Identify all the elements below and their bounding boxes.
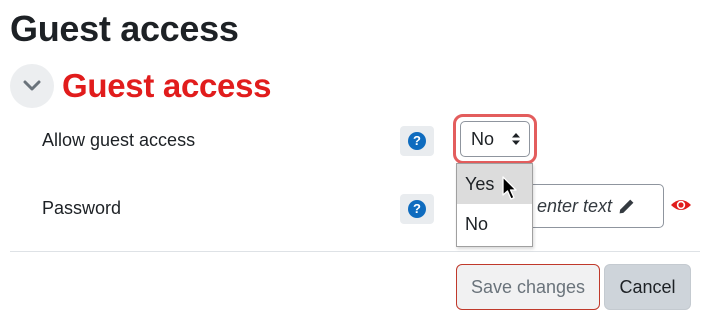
cancel-button[interactable]: Cancel — [604, 264, 691, 310]
save-changes-button[interactable]: Save changes — [456, 264, 600, 310]
sort-arrows-icon — [512, 133, 520, 145]
password-input[interactable]: enter text — [520, 184, 664, 228]
select-value: No — [471, 128, 495, 149]
form-divider — [10, 251, 700, 252]
password-help-button[interactable]: ? — [400, 194, 434, 224]
reveal-password-button[interactable] — [670, 197, 692, 218]
chevron-down-icon — [23, 80, 41, 91]
password-label: Password — [42, 198, 122, 218]
allow-guest-access-label: Allow guest access — [42, 130, 196, 150]
help-icon: ? — [408, 200, 426, 218]
allow-guest-access-options-dropdown: Yes No — [456, 163, 533, 247]
help-icon: ? — [408, 132, 426, 150]
section-header: Guest access — [10, 64, 272, 108]
option-no[interactable]: No — [457, 204, 532, 244]
allow-guest-access-focus-ring: No — [453, 114, 537, 164]
page-title: Guest access — [10, 8, 239, 49]
section-title: Guest access — [62, 67, 272, 104]
allow-guest-access-help-button[interactable]: ? — [400, 126, 434, 156]
mouse-cursor-icon — [502, 176, 517, 200]
option-yes[interactable]: Yes — [457, 164, 532, 204]
allow-guest-access-select[interactable]: No — [460, 121, 530, 157]
password-placeholder: enter text — [537, 195, 613, 216]
pencil-icon — [618, 198, 635, 215]
section-collapse-button[interactable] — [10, 64, 54, 108]
eye-icon — [671, 200, 691, 210]
